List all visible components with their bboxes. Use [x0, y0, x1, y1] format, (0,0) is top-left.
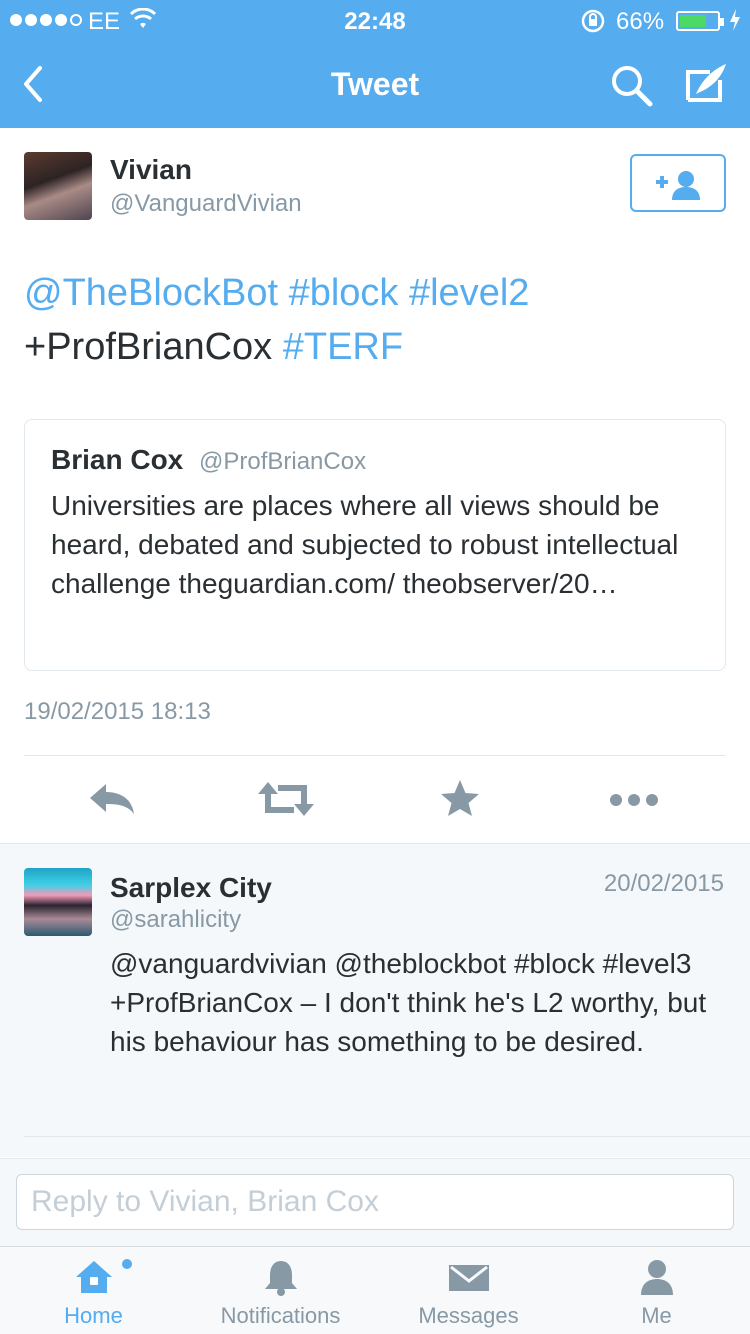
reply-list: Sarplex City @sarahlicity 20/02/2015 @va… [0, 843, 750, 1157]
quoted-author-handle: @ProfBrianCox [199, 448, 367, 475]
more-button[interactable] [604, 776, 664, 822]
tab-bar: Home Notifications Messages Me [0, 1246, 750, 1334]
search-button[interactable] [608, 62, 654, 108]
reply-text: @vanguardvivian @theblockbot #block #lev… [110, 948, 707, 1057]
retweet-icon [258, 782, 314, 816]
bell-icon [264, 1261, 297, 1296]
mention-link[interactable]: @TheBlockBot [24, 272, 278, 314]
reply-bar [0, 1158, 750, 1246]
person-icon [640, 1260, 673, 1295]
divider [24, 1136, 750, 1137]
favorite-button[interactable] [430, 776, 490, 822]
top-bar: EE 22:48 66% Tweet [0, 0, 750, 128]
follow-button[interactable] [630, 154, 726, 212]
rotation-lock-icon [580, 8, 606, 41]
hashtag-link[interactable]: #TERF [283, 326, 403, 368]
favorite-icon [441, 780, 479, 816]
reply-input[interactable] [16, 1174, 734, 1230]
reply-date: 20/02/2015 [603, 870, 724, 897]
tab-home[interactable]: Home [0, 1247, 187, 1334]
envelope-icon [448, 1265, 489, 1291]
status-bar: EE 22:48 66% [0, 0, 750, 40]
reply-button[interactable] [82, 776, 142, 822]
quoted-tweet-text: Universities are places where all views … [51, 490, 679, 599]
battery-percent: 66% [616, 8, 665, 35]
reply-author-handle[interactable]: @sarahlicity [110, 906, 241, 934]
tab-me[interactable]: Me [563, 1247, 750, 1334]
tab-notifications[interactable]: Notifications [187, 1247, 374, 1334]
tab-label: Messages [418, 1303, 519, 1328]
search-icon [612, 66, 653, 107]
author-avatar[interactable] [24, 152, 92, 220]
compose-icon [686, 64, 726, 102]
reply-author-avatar[interactable] [24, 868, 92, 936]
battery-icon [676, 11, 724, 31]
tab-label: Me [641, 1303, 672, 1328]
quoted-tweet-card[interactable]: Brian Cox @ProfBrianCox Universities are… [24, 419, 726, 671]
charging-icon [728, 8, 742, 39]
tweet-text: @TheBlockBot #block #level2 +ProfBrianCo… [24, 266, 724, 374]
quoted-author-name: Brian Cox [51, 444, 184, 475]
author-name[interactable]: Vivian [110, 154, 192, 186]
tweet-timestamp: 19/02/2015 18:13 [24, 698, 211, 725]
author-handle[interactable]: @VanguardVivian [110, 190, 302, 218]
hashtag-link[interactable]: #level2 [409, 272, 529, 314]
reply-author-name[interactable]: Sarplex City [110, 872, 272, 904]
tab-messages[interactable]: Messages [375, 1247, 562, 1334]
tab-label: Home [64, 1303, 123, 1328]
divider [24, 755, 726, 756]
add-user-icon [656, 171, 700, 200]
retweet-button[interactable] [256, 776, 316, 822]
hashtag-link[interactable]: #block [289, 272, 399, 314]
compose-button[interactable] [680, 58, 730, 108]
home-icon [75, 1261, 112, 1293]
more-icon [610, 794, 658, 806]
tab-label: Notifications [220, 1303, 341, 1328]
tweet-plain-text: +ProfBrianCox [24, 326, 273, 368]
reply-icon [90, 784, 134, 814]
notification-dot [122, 1259, 132, 1269]
